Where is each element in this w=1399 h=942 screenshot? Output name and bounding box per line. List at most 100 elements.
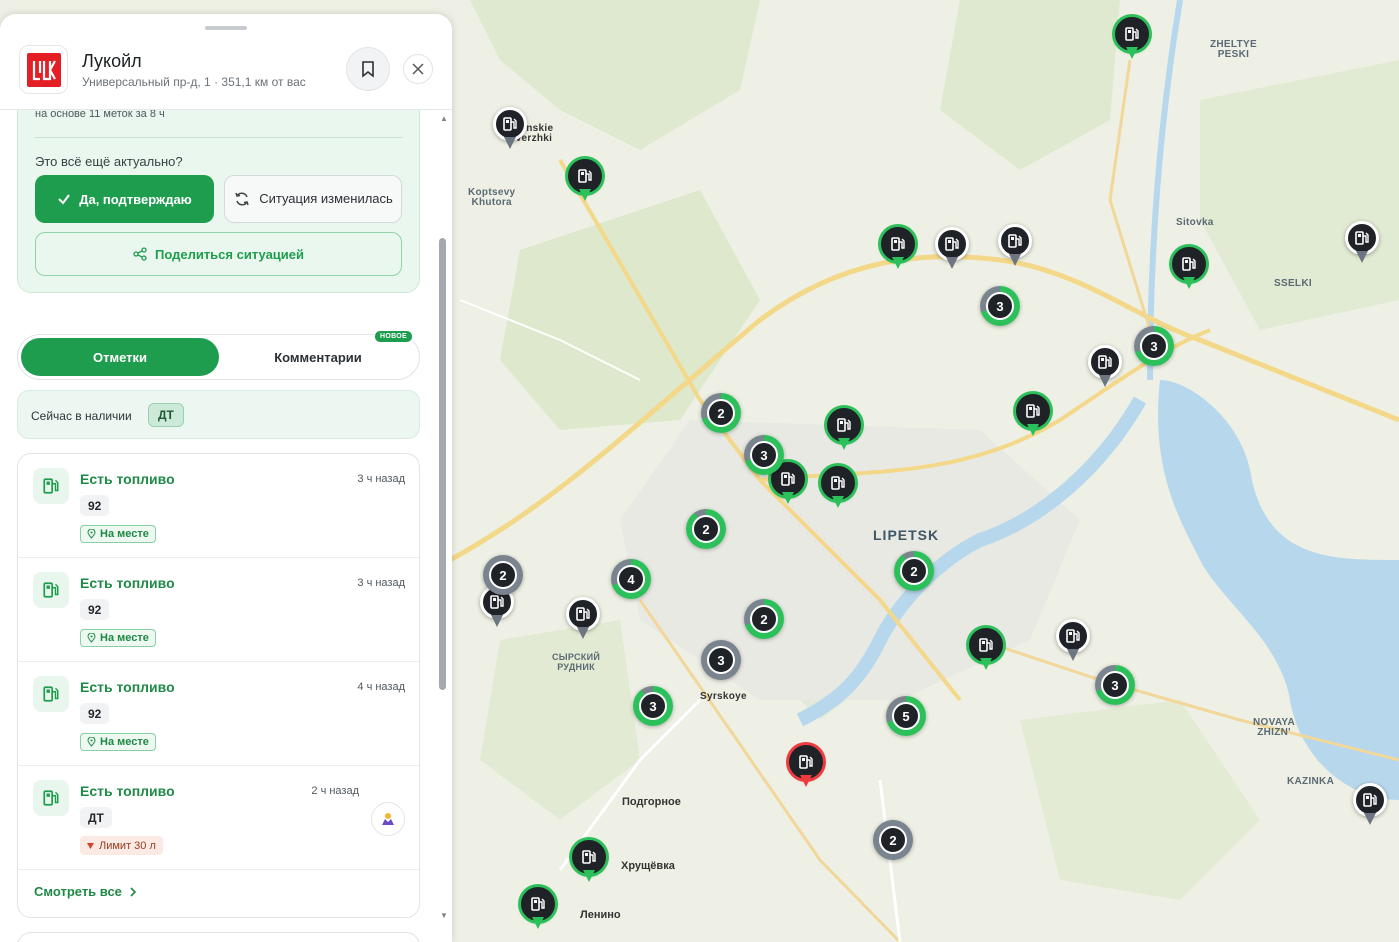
fuel-station-pin[interactable] (1345, 221, 1379, 267)
fuel-pump-icon (1125, 27, 1139, 41)
fuel-station-pin[interactable] (1115, 17, 1149, 63)
place-label-syrsky: СЫРСКИЙ РУДНИК (552, 652, 601, 672)
report-time: 3 ч назад (357, 473, 405, 485)
on-site-tag: На месте (80, 733, 156, 751)
fuel-station-pin[interactable] (568, 159, 602, 205)
report-item[interactable]: Есть топливо 3 ч назад 92 На месте (18, 558, 419, 662)
share-icon (133, 247, 147, 261)
place-label-khrushchevka: Хрущёвка (621, 860, 675, 872)
fuel-station-pin[interactable] (1056, 619, 1090, 665)
fuel-pump-icon (1066, 629, 1080, 643)
fuel-pump-icon (33, 676, 69, 712)
on-site-tag: На месте (80, 629, 156, 647)
fuel-pump-icon (33, 468, 69, 504)
station-cluster[interactable]: 3 (701, 640, 741, 680)
station-cluster[interactable]: 3 (1134, 326, 1174, 366)
fuel-pump-icon (576, 607, 590, 621)
report-item[interactable]: Есть топливо 4 ч назад 92 На месте (18, 662, 419, 766)
new-badge: НОВОЕ (374, 330, 413, 343)
confirm-yes-button[interactable]: Да, подтверждаю (35, 175, 214, 223)
panel-scroll-area[interactable]: на основе 11 меток за 8 ч Это всё ещё ак… (0, 110, 452, 942)
station-title: Лукойл (82, 51, 142, 71)
report-item[interactable]: Есть топливо 2 ч назад ДТ Лимит 30 л (18, 766, 419, 870)
share-situation-button[interactable]: Поделиться ситуацией (35, 232, 402, 276)
fuel-pump-icon (1355, 231, 1369, 245)
fuel-station-pin[interactable] (821, 466, 855, 512)
city-label-lipetsk: LIPETSK (873, 527, 940, 543)
chevron-right-icon (130, 886, 137, 897)
confirm-yes-label: Да, подтверждаю (79, 191, 192, 207)
station-details-panel: на основе 11 меток за 8 ч Это всё ещё ак… (0, 14, 452, 942)
fuel-station-pin[interactable] (572, 840, 606, 886)
station-cluster[interactable]: 2 (744, 599, 784, 639)
down-triangle-icon (87, 842, 94, 849)
scroll-down-arrow[interactable]: ▼ (440, 911, 448, 920)
fuel-station-pin[interactable] (1088, 345, 1122, 391)
station-cluster[interactable]: 2 (686, 509, 726, 549)
station-cluster[interactable]: 3 (1095, 665, 1135, 705)
fuel-pump-icon (837, 418, 851, 432)
place-label-sitovka: Sitovka (1176, 217, 1214, 228)
bookmark-icon (362, 61, 374, 78)
place-label-koptsevy: Koptsevy Khutora (468, 187, 516, 208)
fuel-pump-icon (979, 638, 993, 652)
fuel-pump-icon (33, 780, 69, 816)
tab-comments[interactable]: Комментарии (219, 338, 417, 376)
fuel-station-pin[interactable] (1172, 247, 1206, 293)
station-cluster[interactable]: 2 (894, 551, 934, 591)
station-cluster[interactable]: 5 (886, 696, 926, 736)
station-cluster[interactable]: 2 (483, 555, 523, 595)
place-label-syrskoye: Syrskoye (700, 691, 747, 702)
report-title: Есть топливо (80, 471, 175, 487)
next-card (17, 932, 420, 942)
fuel-station-pin[interactable] (827, 408, 861, 454)
fuel-pump-icon (33, 572, 69, 608)
fuel-station-pin[interactable] (998, 224, 1032, 270)
fuel-pump-icon (490, 595, 504, 609)
fuel-station-pin[interactable] (566, 597, 600, 643)
scroll-up-arrow[interactable]: ▲ (440, 114, 448, 123)
tab-marks[interactable]: Отметки (21, 338, 219, 376)
close-button[interactable] (403, 54, 433, 84)
fuel-type-chip: ДТ (80, 807, 112, 828)
bookmark-button[interactable] (346, 47, 390, 91)
fuel-station-pin[interactable] (881, 227, 915, 273)
station-cluster[interactable]: 3 (980, 286, 1020, 326)
fuel-station-pin[interactable] (1016, 394, 1050, 440)
situation-changed-label: Ситуация изменилась (259, 191, 393, 206)
on-site-tag: На месте (80, 525, 156, 543)
place-label-sselki: SSELKI (1274, 278, 1312, 289)
station-cluster[interactable]: 3 (633, 686, 673, 726)
lukoil-logo-icon (32, 59, 56, 80)
limit-tag: Лимит 30 л (80, 836, 163, 855)
station-cluster[interactable]: 2 (873, 820, 913, 860)
fuel-pump-icon (831, 476, 845, 490)
fuel-station-pin[interactable] (521, 887, 555, 933)
tabs: Отметки Комментарии НОВОЕ (17, 330, 420, 380)
place-label-lenino: Ленино (580, 909, 621, 921)
station-cluster[interactable]: 3 (744, 435, 784, 475)
divider (35, 137, 403, 138)
fuel-station-pin[interactable] (1353, 783, 1387, 829)
fuel-pump-icon (503, 117, 517, 131)
check-icon (58, 194, 71, 205)
situation-changed-button[interactable]: Ситуация изменилась (224, 175, 402, 223)
report-item[interactable]: Есть топливо 3 ч назад 92 На месте (18, 454, 419, 558)
available-now-label: Сейчас в наличии (31, 409, 132, 423)
selected-fuel-station-pin[interactable] (789, 745, 823, 791)
fuel-station-pin[interactable] (493, 107, 527, 153)
drag-handle[interactable] (205, 26, 247, 30)
report-title: Есть топливо (80, 783, 175, 799)
station-cluster[interactable]: 2 (701, 393, 741, 433)
fuel-station-pin[interactable] (935, 227, 969, 273)
user-avatar[interactable] (371, 802, 405, 836)
station-cluster[interactable]: 4 (611, 559, 651, 599)
close-icon (412, 63, 424, 75)
report-title: Есть топливо (80, 679, 175, 695)
fuel-station-pin[interactable] (969, 628, 1003, 674)
scrollbar-thumb[interactable] (439, 238, 446, 690)
reports-list: Есть топливо 3 ч назад 92 На месте Есть … (17, 453, 420, 918)
location-pin-icon (87, 529, 96, 539)
see-all-link[interactable]: Смотреть все (34, 884, 137, 899)
fuel-pump-icon (578, 169, 592, 183)
